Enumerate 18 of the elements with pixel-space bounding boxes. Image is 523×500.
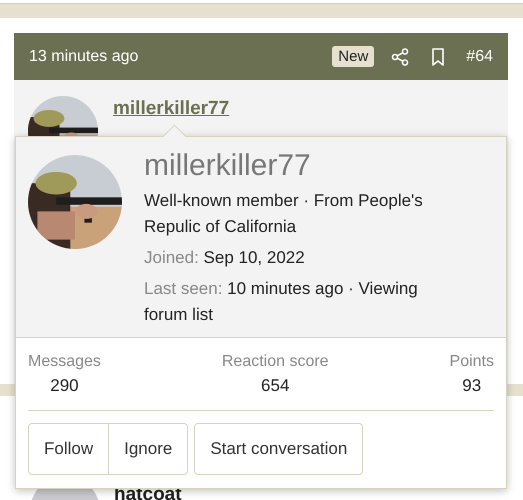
stat-value: 654: [260, 375, 290, 397]
joined-line: Joined: Sep 10, 2022: [144, 247, 306, 269]
member-title: Well-known member · From People's Repulic of California: [144, 190, 424, 238]
stat-label: Reaction score: [222, 352, 329, 372]
stat-value: 93: [461, 375, 482, 397]
stat-label: Points: [450, 352, 494, 372]
action-button[interactable]: Ignore: [108, 423, 188, 475]
author-link[interactable]: millerkiller77: [113, 98, 230, 120]
stat-label: Messages: [28, 352, 101, 372]
action-button[interactable]: Start conversation: [194, 423, 364, 475]
username[interactable]: millerkiller77: [144, 148, 444, 184]
stat-value: 290: [49, 375, 80, 397]
last-seen-line: Last seen: 10 minutes ago · Viewing forum list: [144, 278, 419, 326]
share-icon[interactable]: [390, 46, 410, 66]
post-time: 13 minutes ago: [29, 48, 138, 66]
new-badge: New: [332, 46, 374, 67]
post-number[interactable]: #64: [466, 48, 493, 66]
action-button[interactable]: Follow: [28, 423, 108, 475]
